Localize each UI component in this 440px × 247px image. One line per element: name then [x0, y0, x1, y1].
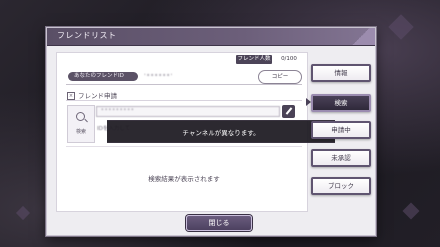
toast-notification: チャンネルが異なります。 — [107, 120, 335, 143]
my-friend-id-label: あなたのフレンドID — [68, 72, 138, 81]
my-friend-id-value: '******' — [144, 73, 174, 80]
search-tile-label: 検索 — [75, 129, 86, 135]
divider — [66, 146, 302, 147]
friend-request-title: フレンド申請 — [78, 92, 117, 100]
divider — [66, 100, 302, 101]
side-menu-info[interactable]: 情報 — [311, 64, 371, 82]
close-button[interactable]: 閉じる — [186, 215, 252, 231]
search-icon — [76, 112, 85, 121]
header-decoration — [347, 28, 375, 45]
divider — [66, 84, 302, 85]
search-tile-button[interactable]: 検索 — [67, 105, 95, 143]
collapse-icon: × — [67, 92, 75, 100]
side-menu-pending[interactable]: 申請中 — [311, 121, 371, 139]
edit-pencil-button[interactable] — [282, 105, 295, 118]
friend-id-search-input[interactable]: ********* — [96, 106, 280, 117]
dialog-title: フレンドリスト — [57, 31, 117, 40]
dialog-header: フレンドリスト — [47, 28, 375, 46]
search-results-empty-text: 検索結果が表示されます — [148, 175, 220, 183]
side-menu-block[interactable]: ブロック — [311, 177, 371, 195]
side-menu-search[interactable]: 検索 — [311, 94, 371, 112]
copy-button[interactable]: コピー — [258, 70, 302, 84]
friend-count-value: 0/100 — [281, 56, 297, 62]
toast-message: チャンネルが異なります。 — [182, 129, 260, 137]
side-menu-unapproved[interactable]: 未承認 — [311, 149, 371, 167]
friend-count-label: フレンド人数 — [236, 55, 272, 64]
